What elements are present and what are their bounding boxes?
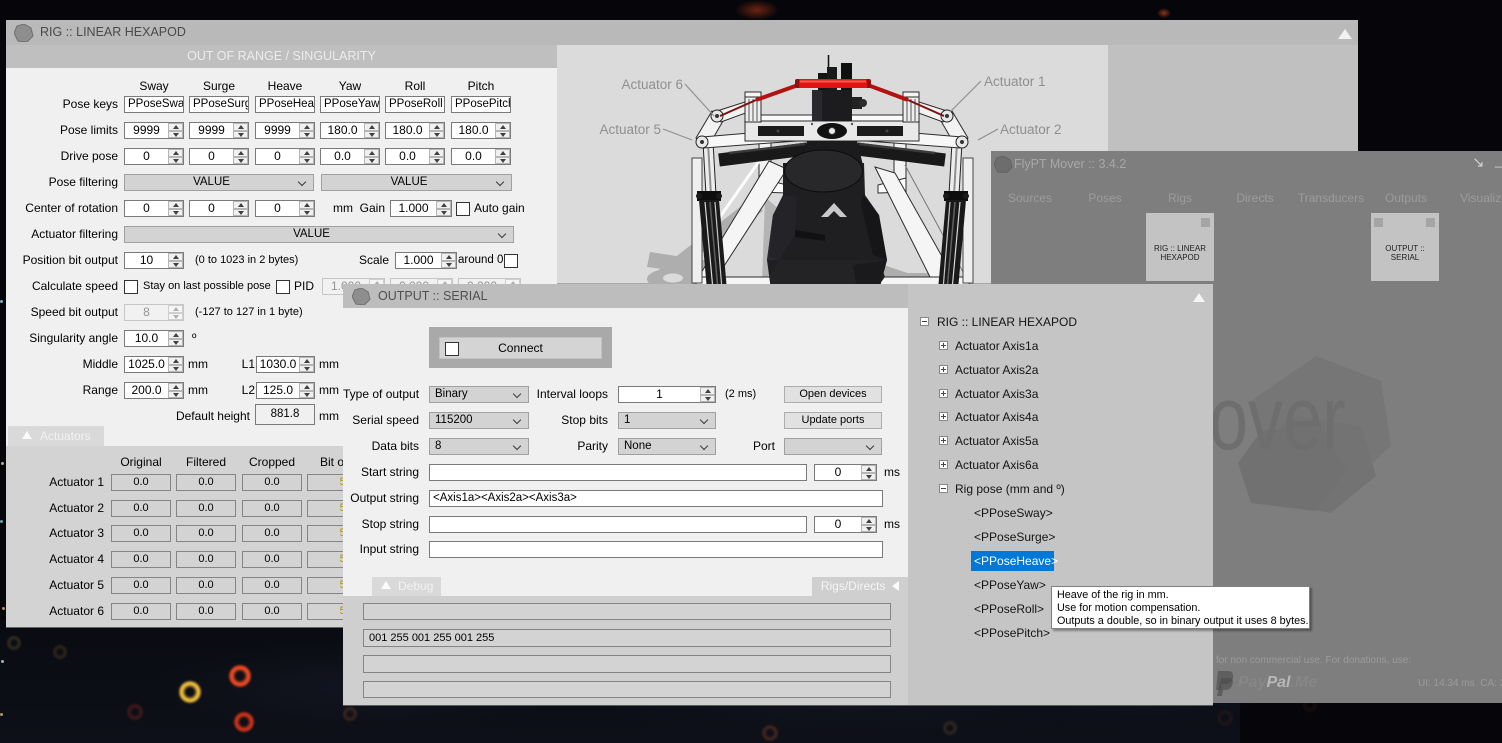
svg-text:Actuator 5: Actuator 5 <box>599 122 661 137</box>
svg-text:Actuator 1: Actuator 1 <box>984 74 1046 89</box>
svg-text:Actuator 6: Actuator 6 <box>621 77 683 92</box>
svg-text:Actuator 2: Actuator 2 <box>1000 122 1062 137</box>
